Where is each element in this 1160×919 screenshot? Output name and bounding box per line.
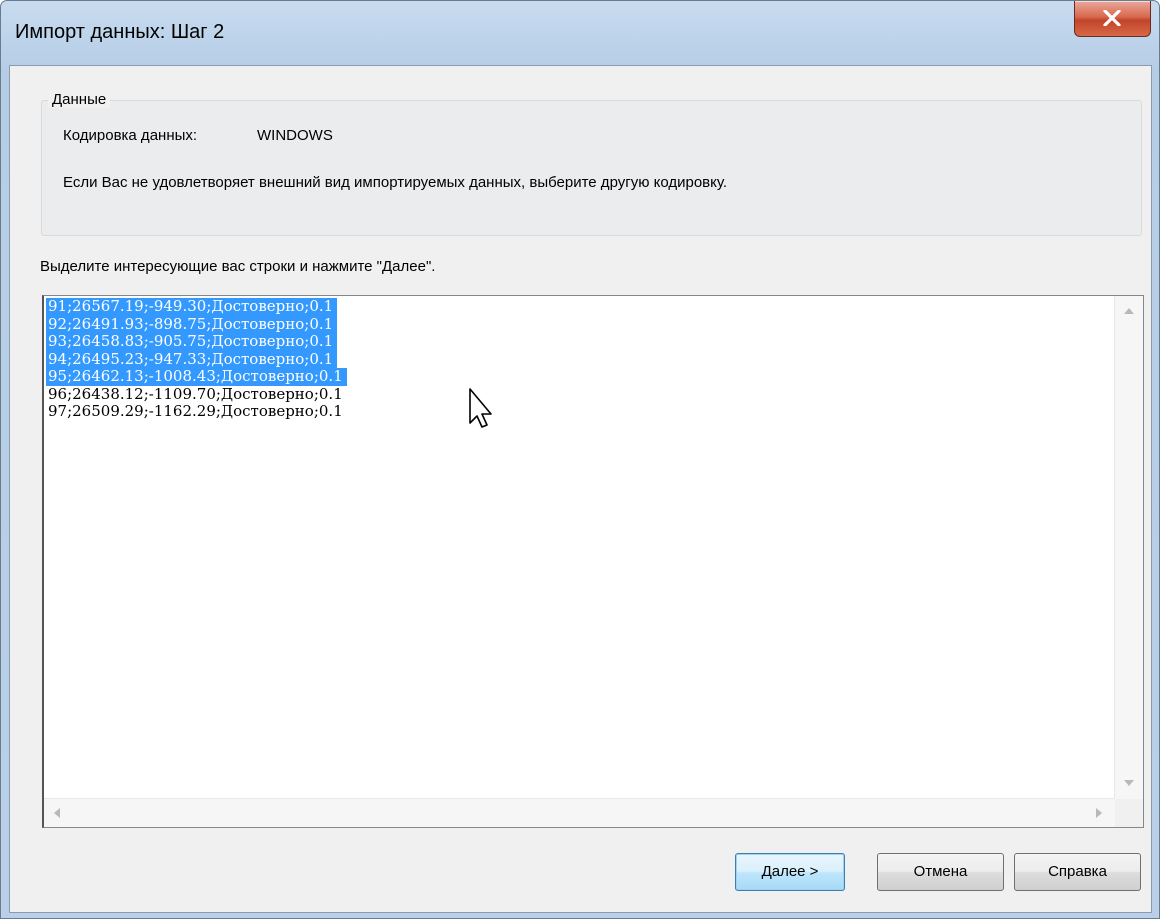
data-group-legend: Данные <box>48 91 111 108</box>
import-dialog-window: Импорт данных: Шаг 2 Данные Кодировка да… <box>0 0 1160 919</box>
scroll-up-icon[interactable] <box>1124 308 1134 314</box>
horizontal-scrollbar[interactable] <box>44 798 1115 827</box>
data-groupbox <box>41 100 1142 236</box>
scroll-down-icon[interactable] <box>1124 780 1134 786</box>
encoding-hint: Если Вас не удовлетворяет внешний вид им… <box>63 174 728 191</box>
close-button[interactable] <box>1074 1 1151 37</box>
preview-line[interactable]: 93;26458.83;-905.75;Достоверно;0.1 <box>46 332 338 351</box>
vertical-scrollbar[interactable] <box>1114 296 1143 799</box>
preview-line[interactable]: 94;26495.23;-947.33;Достоверно;0.1 <box>46 350 338 368</box>
cancel-button[interactable]: Отмена <box>877 853 1004 891</box>
scroll-right-icon[interactable] <box>1096 808 1102 818</box>
scrollbar-corner <box>1115 799 1143 827</box>
preview-line[interactable]: 97;26509.29;-1162.29;Достоверно;0.1 <box>46 402 347 421</box>
close-icon <box>1103 10 1121 26</box>
preview-line[interactable]: 91;26567.19;-949.30;Достоверно;0.1 <box>46 297 338 316</box>
preview-line[interactable]: 92;26491.93;-898.75;Достоверно;0.1 <box>46 315 338 333</box>
data-preview-textbox[interactable]: 91;26567.19;-949.30;Достоверно;0.1 92;264… <box>42 295 1144 828</box>
selection-instruction: Выделите интересующие вас строки и нажми… <box>40 258 436 275</box>
encoding-value: WINDOWS <box>257 127 333 144</box>
help-button[interactable]: Справка <box>1014 853 1141 891</box>
scroll-left-icon[interactable] <box>54 808 60 818</box>
preview-line[interactable]: 95;26462.13;-1008.43;Достоверно;0.1 <box>46 367 347 386</box>
dialog-client-area: Данные Кодировка данных: WINDOWS Если Ва… <box>9 65 1152 913</box>
preview-line[interactable]: 96;26438.12;-1109.70;Достоверно;0.1 <box>46 385 347 404</box>
next-button[interactable]: Далее > <box>735 853 845 891</box>
preview-lines: 91;26567.19;-949.30;Достоверно;0.1 92;264… <box>46 297 347 421</box>
mouse-pointer-icon <box>469 388 492 428</box>
window-title: Импорт данных: Шаг 2 <box>15 21 225 43</box>
title-bar[interactable]: Импорт данных: Шаг 2 <box>1 1 1159 65</box>
encoding-label: Кодировка данных: <box>63 127 198 144</box>
